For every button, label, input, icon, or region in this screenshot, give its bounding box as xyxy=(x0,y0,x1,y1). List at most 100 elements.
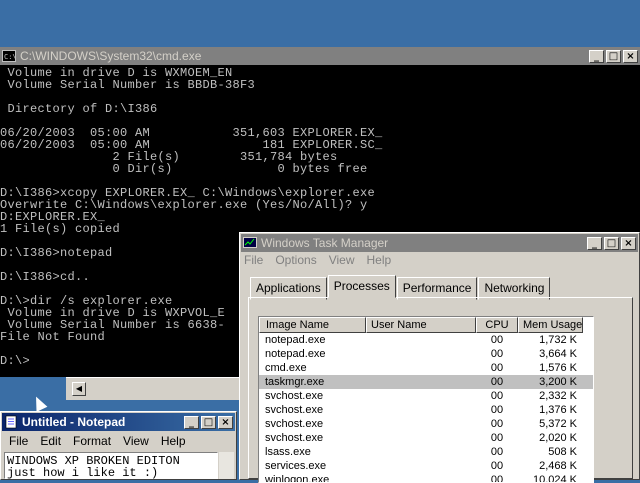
mem-usage-cell: 508 K xyxy=(548,446,577,458)
user-name-cell xyxy=(366,375,476,389)
cpu-cell: 00 xyxy=(490,446,504,458)
column-mem-usage[interactable]: Mem Usage xyxy=(518,317,583,333)
minimize-button[interactable]: _ xyxy=(587,236,602,250)
notepad-window[interactable]: Untitled - Notepad _ □ × File Edit Forma… xyxy=(0,411,237,480)
menu-options[interactable]: Options xyxy=(275,253,316,267)
scroll-left-arrow-icon[interactable]: ◀ xyxy=(72,382,86,396)
column-user-name[interactable]: User Name xyxy=(366,317,476,333)
mem-usage-cell: 2,332 K xyxy=(539,390,577,402)
cpu-cell: 00 xyxy=(490,474,504,483)
user-name-cell xyxy=(366,417,476,431)
user-name-cell xyxy=(366,389,476,403)
image-name-cell: taskmgr.exe xyxy=(265,376,325,388)
mem-usage-cell: 3,200 K xyxy=(539,376,577,388)
image-name-cell: winlogon.exe xyxy=(265,474,330,483)
table-row[interactable]: svchost.exe 00 2,332 K xyxy=(259,389,593,403)
table-row[interactable]: svchost.exe 00 5,372 K xyxy=(259,417,593,431)
menu-view[interactable]: View xyxy=(123,434,149,448)
close-button[interactable]: × xyxy=(218,415,233,429)
table-row[interactable]: notepad.exe 00 3,664 K xyxy=(259,347,593,361)
process-table[interactable]: Image Name User Name CPU Mem Usage notep… xyxy=(258,316,594,483)
horizontal-scrollbar[interactable]: ◀ xyxy=(66,377,240,400)
image-name-cell: services.exe xyxy=(265,460,327,472)
table-row[interactable]: lsass.exe 00 508 K xyxy=(259,445,593,459)
image-name-cell: lsass.exe xyxy=(265,446,311,458)
table-header: Image Name User Name CPU Mem Usage xyxy=(259,317,593,333)
maximize-button[interactable]: □ xyxy=(606,49,621,63)
notepad-menubar: File Edit Format View Help xyxy=(9,434,186,448)
table-row[interactable]: notepad.exe 00 1,732 K xyxy=(259,333,593,347)
user-name-cell xyxy=(366,431,476,445)
column-cpu[interactable]: CPU xyxy=(476,317,518,333)
taskmgr-title: Windows Task Manager xyxy=(261,236,389,250)
cpu-cell: 00 xyxy=(490,390,504,402)
mem-usage-cell: 2,020 K xyxy=(539,432,577,444)
taskmgr-icon xyxy=(243,237,257,248)
image-name-cell: notepad.exe xyxy=(265,334,326,346)
cpu-cell: 00 xyxy=(490,334,504,346)
cpu-cell: 00 xyxy=(490,362,504,374)
notepad-icon xyxy=(5,415,17,429)
task-manager-window[interactable]: Windows Task Manager _ □ × File Options … xyxy=(239,232,640,483)
table-row[interactable]: svchost.exe 00 1,376 K xyxy=(259,403,593,417)
image-name-cell: svchost.exe xyxy=(265,390,324,402)
menu-format[interactable]: Format xyxy=(73,434,111,448)
minimize-button[interactable]: _ xyxy=(184,415,199,429)
user-name-cell xyxy=(366,347,476,361)
table-row[interactable]: taskmgr.exe 00 3,200 K xyxy=(259,375,593,389)
menu-file[interactable]: File xyxy=(9,434,28,448)
image-name-cell: svchost.exe xyxy=(265,432,324,444)
console-icon: C:\ xyxy=(2,50,16,62)
menu-help[interactable]: Help xyxy=(367,253,392,267)
notepad-text-area[interactable]: WINDOWS XP BROKEN EDITON just how i like… xyxy=(4,452,218,479)
mem-usage-cell: 10,024 K xyxy=(532,474,577,483)
mem-usage-cell: 1,576 K xyxy=(539,362,577,374)
table-row[interactable]: services.exe 00 2,468 K xyxy=(259,459,593,473)
user-name-cell xyxy=(366,361,476,375)
user-name-cell xyxy=(366,403,476,417)
table-row[interactable]: cmd.exe 00 1,576 K xyxy=(259,361,593,375)
mem-usage-cell: 2,468 K xyxy=(539,460,577,472)
image-name-cell: svchost.exe xyxy=(265,418,324,430)
notepad-titlebar[interactable]: Untitled - Notepad _ □ × xyxy=(2,413,235,431)
user-name-cell xyxy=(366,459,476,473)
menu-file[interactable]: File xyxy=(244,253,263,267)
cpu-cell: 00 xyxy=(490,348,504,360)
cmd-line: Directory of D:\I386 xyxy=(0,102,158,116)
tab-processes[interactable]: Processes xyxy=(327,275,396,298)
image-name-cell: svchost.exe xyxy=(265,404,324,416)
image-name-cell: cmd.exe xyxy=(265,362,307,374)
cmd-line: Volume Serial Number is BBDB-38F3 xyxy=(0,78,256,92)
cpu-cell: 00 xyxy=(490,404,504,416)
notepad-title: Untitled - Notepad xyxy=(22,415,126,429)
menu-view[interactable]: View xyxy=(329,253,355,267)
menu-edit[interactable]: Edit xyxy=(40,434,61,448)
user-name-cell xyxy=(366,333,476,347)
cpu-cell: 00 xyxy=(490,460,504,472)
mem-usage-cell: 1,376 K xyxy=(539,404,577,416)
cpu-cell: 00 xyxy=(490,432,504,444)
cmd-line: 0 Dir(s) 0 bytes free xyxy=(0,162,368,176)
column-image-name[interactable]: Image Name xyxy=(259,317,366,333)
menu-help[interactable]: Help xyxy=(161,434,186,448)
taskmgr-menubar: File Options View Help xyxy=(244,253,391,267)
cmd-titlebar[interactable]: C:\ C:\WINDOWS\System32\cmd.exe _ □ × xyxy=(0,47,640,65)
mem-usage-cell: 5,372 K xyxy=(539,418,577,430)
table-row[interactable]: winlogon.exe 00 10,024 K xyxy=(259,473,593,483)
image-name-cell: notepad.exe xyxy=(265,348,326,360)
process-rows: notepad.exe 00 1,732 K notepad.exe 00 3,664 K… xyxy=(259,333,593,483)
table-row[interactable]: svchost.exe 00 2,020 K xyxy=(259,431,593,445)
mem-usage-cell: 3,664 K xyxy=(539,348,577,360)
cpu-cell: 00 xyxy=(490,376,504,388)
close-button[interactable]: × xyxy=(621,236,636,250)
taskmgr-titlebar[interactable]: Windows Task Manager _ □ × xyxy=(241,234,638,252)
vertical-scrollbar[interactable] xyxy=(219,452,234,479)
minimize-button[interactable]: _ xyxy=(589,49,604,63)
user-name-cell xyxy=(366,473,476,482)
close-button[interactable]: × xyxy=(623,49,638,63)
maximize-button[interactable]: □ xyxy=(201,415,216,429)
svg-text:C:\: C:\ xyxy=(4,53,16,61)
cmd-title: C:\WINDOWS\System32\cmd.exe xyxy=(20,49,202,63)
user-name-cell xyxy=(366,445,476,459)
maximize-button[interactable]: □ xyxy=(604,236,619,250)
